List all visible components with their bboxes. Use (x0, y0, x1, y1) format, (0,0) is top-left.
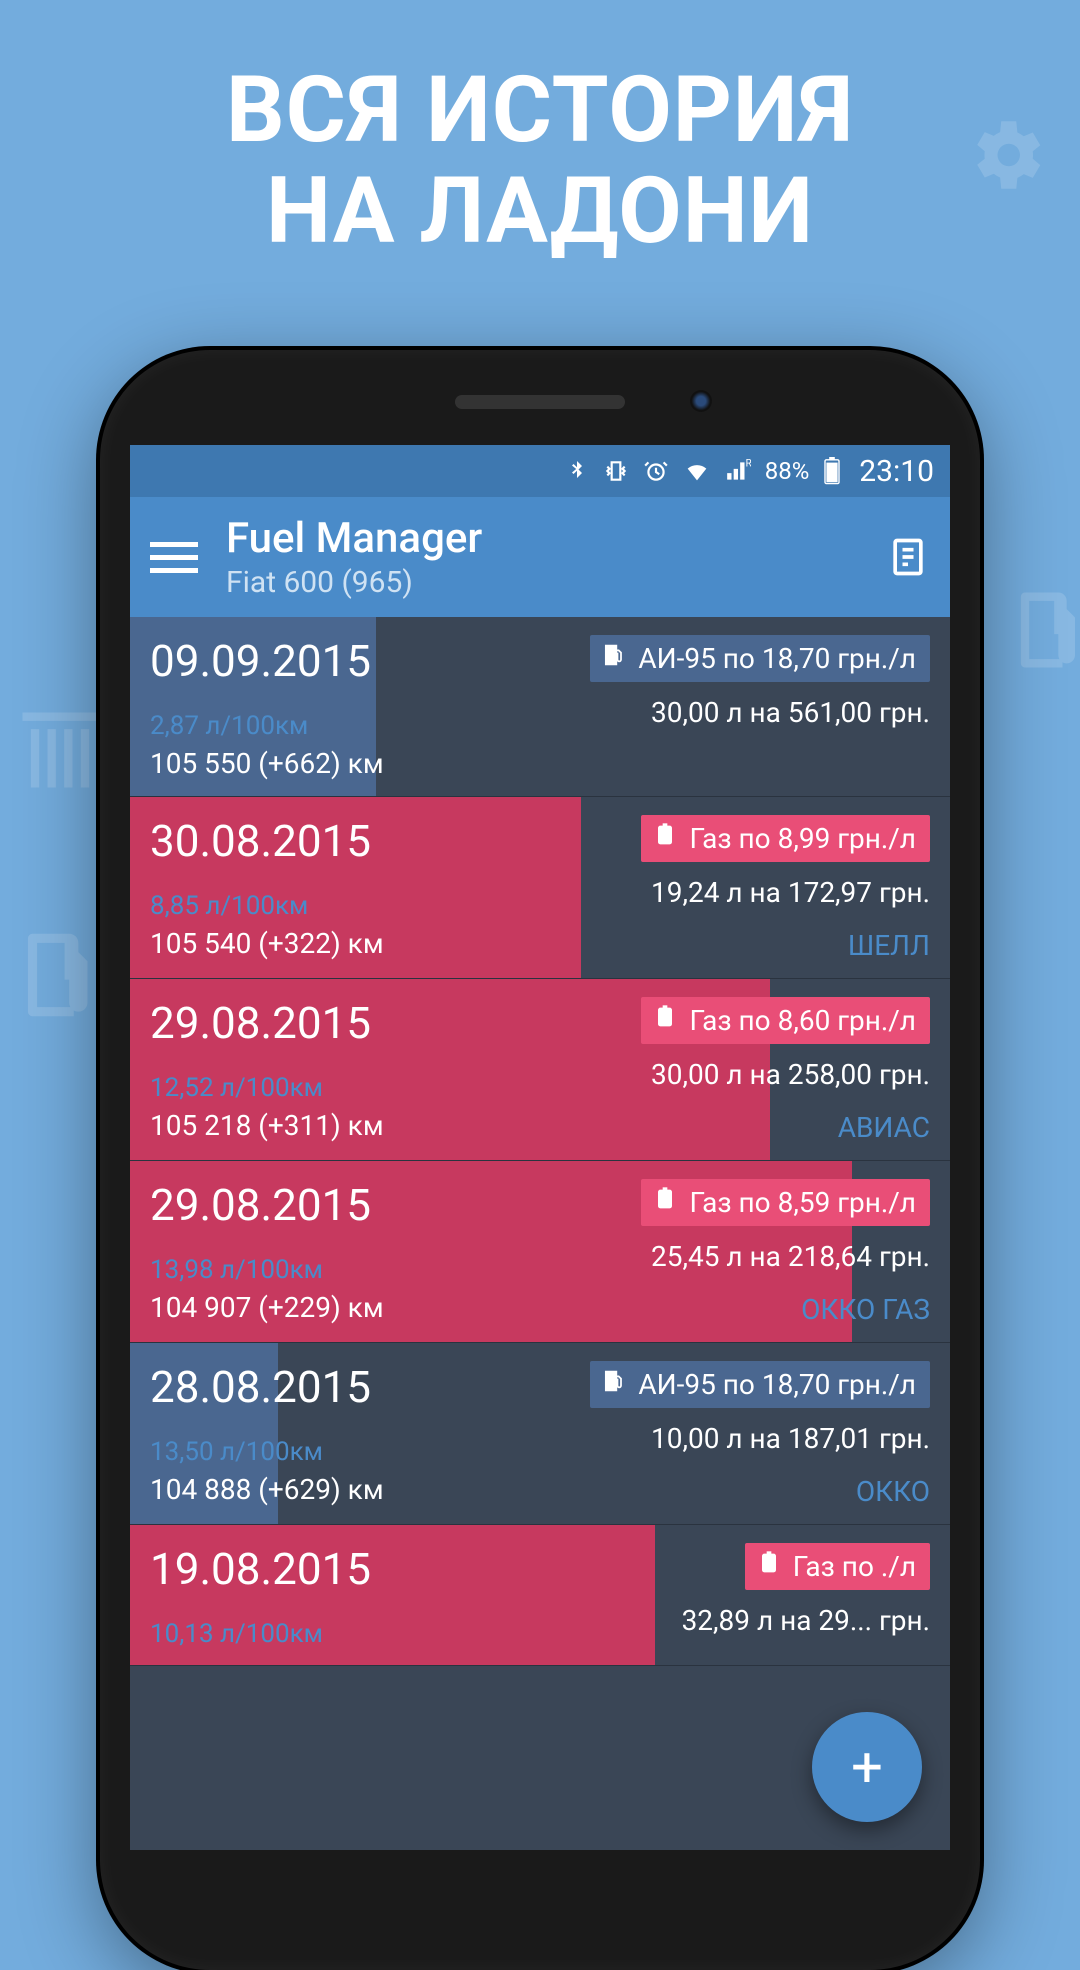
entry-consumption: 8,85 л/100км (150, 891, 384, 921)
fuel-can-icon (600, 1367, 628, 1402)
entry-amounts: 25,45 л на 218,64 грн. (641, 1240, 930, 1273)
add-fab[interactable]: + (812, 1712, 922, 1822)
entry-station: АВИАС (641, 1111, 930, 1144)
summary-button[interactable] (886, 535, 930, 579)
battery-percent: 88% (765, 457, 810, 485)
fuel-entry[interactable]: 19.08.2015 10,13 л/100км Газ по ./л 32,89 л… (130, 1525, 950, 1666)
entry-consumption: 13,50 л/100км (150, 1437, 384, 1467)
entry-date: 29.08.2015 (150, 1179, 384, 1231)
entry-amounts: 30,00 л на 561,00 грн. (590, 696, 930, 729)
fuel-label: Газ по ./л (793, 1550, 916, 1583)
fuel-can-icon (651, 1185, 679, 1220)
app-bar: Fuel Manager Fiat 600 (965) (130, 497, 950, 617)
fuel-tag: Газ по 8,59 грн./л (641, 1179, 930, 1226)
entry-amounts: 10,00 л на 187,01 грн. (590, 1422, 930, 1455)
menu-button[interactable] (150, 542, 198, 573)
fuel-entry[interactable]: 09.09.2015 2,87 л/100км 105 550 (+662) км А… (130, 617, 950, 797)
fuel-label: АИ-95 по 18,70 грн./л (638, 1368, 916, 1401)
plus-icon: + (851, 1734, 883, 1800)
entry-odometer: 105 550 (+662) км (150, 747, 384, 780)
fuel-entry[interactable]: 29.08.2015 13,98 л/100км 104 907 (+229) км… (130, 1161, 950, 1343)
app-subtitle: Fiat 600 (965) (226, 565, 886, 600)
phone-frame: R 88% 23:10 Fuel Manager Fiat 600 (965) … (100, 350, 980, 1970)
app-title: Fuel Manager (226, 514, 886, 563)
entry-consumption: 10,13 л/100км (150, 1619, 371, 1649)
entry-station: ОККО (590, 1475, 930, 1508)
entry-consumption: 2,87 л/100км (150, 711, 384, 741)
entry-amounts: 19,24 л на 172,97 грн. (641, 876, 930, 909)
wifi-icon (683, 457, 711, 485)
status-clock: 23:10 (859, 454, 934, 489)
fuel-tag: АИ-95 по 18,70 грн./л (590, 1361, 930, 1408)
fuel-entry[interactable]: 28.08.2015 13,50 л/100км 104 888 (+629) км… (130, 1343, 950, 1525)
entry-odometer: 105 218 (+311) км (150, 1109, 384, 1142)
fuel-tag: Газ по 8,99 грн./л (641, 815, 930, 862)
entry-station: ШЕЛЛ (641, 929, 930, 962)
phone-screen: R 88% 23:10 Fuel Manager Fiat 600 (965) … (130, 445, 950, 1850)
entry-odometer: 104 888 (+629) км (150, 1473, 384, 1506)
fuel-label: Газ по 8,99 грн./л (689, 822, 916, 855)
fuel-label: Газ по 8,60 грн./л (689, 1004, 916, 1037)
app-title-block: Fuel Manager Fiat 600 (965) (226, 514, 886, 600)
promo-headline: ВСЯ ИСТОРИЯ НА ЛАДОНИ (0, 0, 1080, 262)
entry-amounts: 32,89 л на 29... грн. (682, 1604, 930, 1637)
alarm-icon (643, 458, 669, 484)
entry-date: 29.08.2015 (150, 997, 384, 1049)
fuel-tag: АИ-95 по 18,70 грн./л (590, 635, 930, 682)
fuel-can-icon (651, 821, 679, 856)
signal-icon: R (725, 458, 751, 484)
entry-date: 28.08.2015 (150, 1361, 384, 1413)
fuel-tag: Газ по ./л (745, 1543, 930, 1590)
battery-icon (823, 457, 841, 485)
status-bar: R 88% 23:10 (130, 445, 950, 497)
entry-date: 19.08.2015 (150, 1543, 371, 1595)
fuel-entry[interactable]: 29.08.2015 12,52 л/100км 105 218 (+311) км… (130, 979, 950, 1161)
entry-odometer: 105 540 (+322) км (150, 927, 384, 960)
vibrate-icon (603, 458, 629, 484)
entries-list[interactable]: 09.09.2015 2,87 л/100км 105 550 (+662) км А… (130, 617, 950, 1850)
entry-date: 30.08.2015 (150, 815, 384, 867)
fuel-tag: Газ по 8,60 грн./л (641, 997, 930, 1044)
fuel-can-icon (755, 1549, 783, 1584)
entry-amounts: 30,00 л на 258,00 грн. (641, 1058, 930, 1091)
fuel-can-icon (600, 641, 628, 676)
fuel-can-icon (651, 1003, 679, 1038)
entry-consumption: 12,52 л/100км (150, 1073, 384, 1103)
entry-consumption: 13,98 л/100км (150, 1255, 384, 1285)
fuel-label: Газ по 8,59 грн./л (689, 1186, 916, 1219)
fuel-label: АИ-95 по 18,70 грн./л (638, 642, 916, 675)
bluetooth-icon (565, 459, 589, 483)
entry-date: 09.09.2015 (150, 635, 384, 687)
svg-text:R: R (745, 459, 750, 470)
fuel-entry[interactable]: 30.08.2015 8,85 л/100км 105 540 (+322) км Г… (130, 797, 950, 979)
entry-odometer: 104 907 (+229) км (150, 1291, 384, 1324)
entry-station: ОККО ГАЗ (641, 1293, 930, 1326)
